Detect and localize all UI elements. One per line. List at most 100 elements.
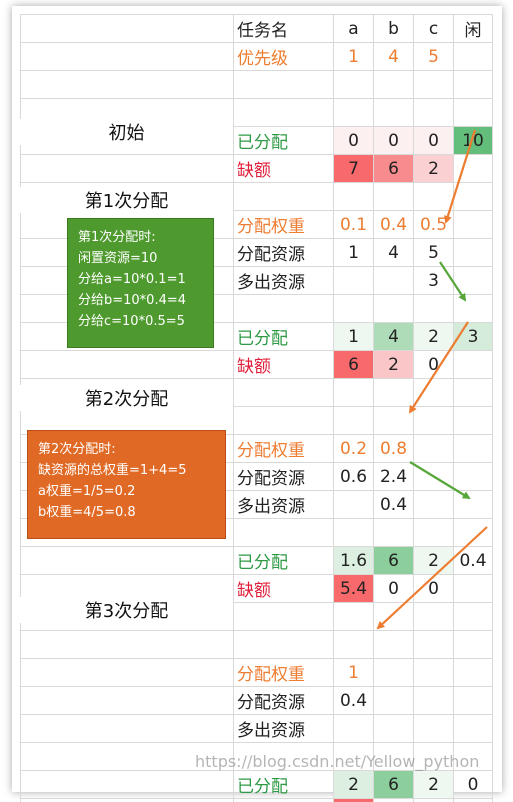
empty-cell xyxy=(453,406,493,435)
value-cell xyxy=(413,434,454,463)
empty-cell xyxy=(453,518,493,547)
empty-cell xyxy=(233,406,334,435)
empty-cell xyxy=(373,518,414,547)
note-line: 第1次分配时: xyxy=(78,230,156,245)
value-cell: 5 xyxy=(413,42,454,71)
stage-round3-label: 第3次分配 xyxy=(20,597,233,623)
stage-round1-label: 第1次分配 xyxy=(20,187,233,213)
table-row: 优先级 1 4 5 xyxy=(20,42,493,71)
row-label: 缺额 xyxy=(233,350,334,379)
spreadsheet-figure: 任务名 a b c 闲优先级 1 4 5 已分配 0 0 0 10 缺额 7 6 2 分配权重 0.1 0.4 0.5 分… xyxy=(0,0,513,802)
empty-cell xyxy=(333,602,374,631)
stage-column-cell xyxy=(20,70,234,99)
empty-cell xyxy=(333,70,374,99)
value-cell xyxy=(373,686,414,715)
value-cell: 2 xyxy=(413,322,454,351)
value-cell: 2 xyxy=(413,546,454,575)
empty-cell xyxy=(373,630,414,659)
header-col: a xyxy=(333,14,374,43)
empty-cell xyxy=(413,630,454,659)
value-cell: 2 xyxy=(333,770,374,799)
stage-column-cell xyxy=(20,350,234,379)
row-label: 多出资源 xyxy=(233,714,334,743)
value-cell: 6 xyxy=(333,350,374,379)
row-label: 已分配 xyxy=(233,126,334,155)
value-cell: 0.4 xyxy=(373,210,414,239)
empty-cell xyxy=(413,98,454,127)
empty-cell xyxy=(413,378,454,407)
empty-cell xyxy=(333,378,374,407)
empty-cell xyxy=(413,294,454,323)
note-line: 分给c=10*0.5=5 xyxy=(78,314,185,329)
table-row: 分配资源 0.4 xyxy=(20,686,493,715)
empty-cell xyxy=(373,70,414,99)
value-cell xyxy=(453,350,493,379)
value-cell xyxy=(413,490,454,519)
value-cell: 1 xyxy=(333,238,374,267)
table-row: 分配权重 1 xyxy=(20,658,493,687)
row-label: 已分配 xyxy=(233,322,334,351)
value-cell: 1 xyxy=(333,42,374,71)
value-cell xyxy=(453,434,493,463)
watermark: https://blog.csdn.net/Yellow_python xyxy=(195,752,480,771)
empty-cell xyxy=(373,602,414,631)
value-cell: 10 xyxy=(453,126,493,155)
value-cell xyxy=(373,266,414,295)
value-cell xyxy=(413,714,454,743)
table-row: 缺额500 xyxy=(20,798,493,802)
stage-column-cell xyxy=(20,42,234,71)
table-row xyxy=(20,70,493,99)
empty-cell xyxy=(413,70,454,99)
empty-cell xyxy=(333,294,374,323)
empty-cell xyxy=(233,378,334,407)
header-col: b xyxy=(373,14,414,43)
empty-cell xyxy=(233,98,334,127)
stage-column-cell xyxy=(20,14,234,43)
empty-cell xyxy=(413,602,454,631)
value-cell: 0.5 xyxy=(413,210,454,239)
value-cell xyxy=(453,210,493,239)
empty-cell xyxy=(373,98,414,127)
stage-column-cell xyxy=(20,686,234,715)
row-label: 分配权重 xyxy=(233,210,334,239)
note-line: 缺资源的总权重=1+4=5 xyxy=(38,463,187,478)
value-cell xyxy=(453,686,493,715)
value-cell xyxy=(413,686,454,715)
table-row: 多出资源 xyxy=(20,714,493,743)
value-cell: 0 xyxy=(413,798,454,802)
stage-column-cell xyxy=(20,154,234,183)
value-cell xyxy=(453,658,493,687)
empty-cell xyxy=(233,518,334,547)
empty-cell xyxy=(233,602,334,631)
row-label: 分配资源 xyxy=(233,238,334,267)
empty-cell xyxy=(453,294,493,323)
header-col: c xyxy=(413,14,454,43)
value-cell xyxy=(453,42,493,71)
table-row: 已分配 2 6 2 0 xyxy=(20,770,493,799)
value-cell xyxy=(453,238,493,267)
empty-cell xyxy=(453,602,493,631)
stage-column-cell xyxy=(20,546,234,575)
value-cell xyxy=(413,462,454,491)
value-cell: 2.4 xyxy=(373,462,414,491)
note-line: 分给b=10*0.4=4 xyxy=(78,293,187,308)
row-label: 缺额 xyxy=(233,154,334,183)
value-cell: 0.2 xyxy=(333,434,374,463)
value-cell: 4 xyxy=(373,322,414,351)
value-cell xyxy=(453,462,493,491)
empty-cell xyxy=(453,70,493,99)
value-cell: 2 xyxy=(413,154,454,183)
row-label: 缺额 xyxy=(233,798,334,802)
value-cell: 4 xyxy=(373,238,414,267)
value-cell: 2 xyxy=(373,350,414,379)
value-cell: 0.8 xyxy=(373,434,414,463)
row-label: 分配权重 xyxy=(233,434,334,463)
empty-cell xyxy=(413,518,454,547)
empty-cell xyxy=(453,378,493,407)
row-label: 分配资源 xyxy=(233,462,334,491)
round1-note-box: 第1次分配时: 闲置资源=10 分给a=10*0.1=1 分给b=10*0.4=… xyxy=(67,218,214,348)
row-label: 优先级 xyxy=(233,42,334,71)
note-line: a权重=1/5=0.2 xyxy=(38,484,136,499)
value-cell: 4 xyxy=(373,42,414,71)
value-cell: 3 xyxy=(413,266,454,295)
